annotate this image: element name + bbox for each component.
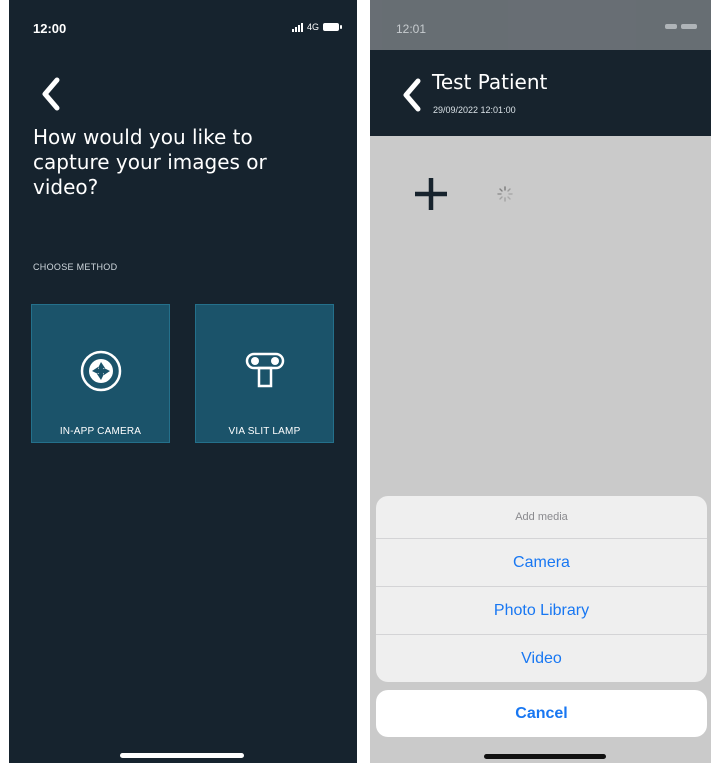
photo-library-option[interactable]: Photo Library [376, 587, 707, 635]
back-chevron-icon[interactable] [35, 74, 75, 114]
in-app-camera-button[interactable]: IN-APP CAMERA [31, 304, 170, 443]
capture-method-screen: 12:00 4G How would you like to capture y… [9, 0, 357, 763]
home-indicator [120, 753, 244, 758]
action-sheet-title: Add media [376, 496, 707, 539]
via-slit-lamp-label: VIA SLIT LAMP [228, 426, 301, 437]
choose-method-label: CHOOSE METHOD [33, 262, 118, 272]
camera-option[interactable]: Camera [376, 539, 707, 587]
cancel-button[interactable]: Cancel [376, 690, 707, 737]
home-indicator [484, 754, 606, 759]
page-title: How would you like to capture your image… [33, 125, 267, 199]
back-chevron-icon[interactable] [398, 73, 428, 117]
video-option[interactable]: Video [376, 635, 707, 682]
slit-lamp-icon [245, 352, 284, 388]
status-time: 12:01 [396, 22, 427, 36]
patient-date: 29/09/2022 12:01:00 [433, 105, 516, 115]
add-media-plus-icon[interactable] [412, 175, 450, 213]
signal-icon [291, 22, 303, 32]
status-bar: 12:01 [370, 0, 711, 50]
status-time: 12:00 [33, 21, 67, 36]
patient-header: Test Patient 29/09/2022 12:01:00 [370, 50, 711, 136]
patient-name: Test Patient [432, 70, 548, 94]
via-slit-lamp-button[interactable]: VIA SLIT LAMP [195, 304, 334, 443]
patient-media-screen: 12:01 Test Patient 29/09/2022 12:01:00 A… [370, 0, 711, 763]
in-app-camera-label: IN-APP CAMERA [59, 426, 142, 437]
add-media-action-sheet: Add media Camera Photo Library Video [376, 496, 707, 682]
status-bar: 12:00 4G [9, 0, 357, 40]
battery-icon [323, 23, 342, 31]
battery-icon [681, 24, 697, 29]
network-label: 4G [306, 22, 319, 32]
signal-icon [665, 24, 677, 29]
aperture-icon [80, 350, 121, 392]
loading-spinner-icon [497, 186, 513, 202]
